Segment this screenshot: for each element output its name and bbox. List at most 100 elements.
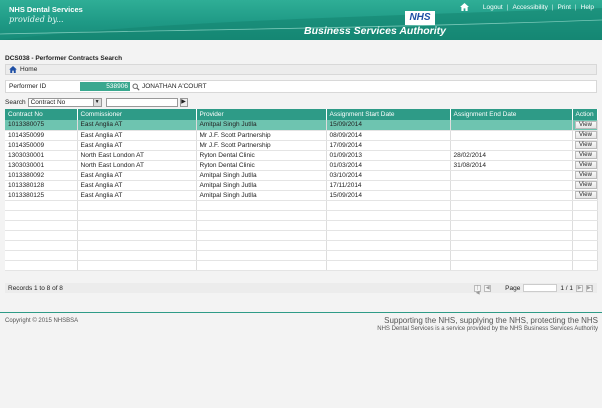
cell-commissioner: East Anglia AT	[77, 130, 197, 141]
empty-cell	[450, 250, 573, 261]
cell-action: View	[572, 130, 598, 141]
table-row[interactable]: 1303030001 North East London AT Ryton Dent…	[5, 150, 598, 161]
accessibility-link[interactable]: Accessibility	[512, 4, 547, 11]
empty-cell	[196, 260, 327, 271]
view-button[interactable]: View	[574, 161, 596, 169]
empty-cell	[326, 250, 451, 261]
empty-cell	[572, 240, 598, 251]
site-header: NHS Dental Services provided by... Logou…	[0, 0, 602, 40]
cell-contract: 1013380075	[5, 120, 78, 131]
column-header-provider[interactable]: Provider	[196, 109, 327, 120]
previous-page-icon[interactable]: ◀	[484, 284, 492, 292]
page-title: DCS038 - Performer Contracts Search	[5, 55, 123, 62]
empty-cell	[77, 250, 197, 261]
cell-end	[450, 180, 573, 191]
cell-contract: 1013380125	[5, 190, 78, 201]
empty-cell	[196, 200, 327, 211]
cell-start: 01/03/2014	[326, 160, 451, 171]
empty-cell	[5, 210, 78, 221]
table-row[interactable]: 1013380125 East Anglia AT Amitpal Singh Ju…	[5, 190, 598, 201]
empty-cell	[196, 250, 327, 261]
cell-commissioner: East Anglia AT	[77, 190, 197, 201]
nhs-logo: NHS	[405, 11, 435, 25]
empty-cell	[572, 220, 598, 231]
search-input[interactable]	[105, 97, 178, 107]
cell-action: View	[572, 170, 598, 181]
cell-provider: Amitpal Singh Jutlla	[196, 190, 327, 201]
empty-table-row	[5, 260, 598, 271]
cell-action: View	[572, 190, 598, 201]
empty-cell	[5, 200, 78, 211]
next-page-icon[interactable]: ▶	[576, 284, 583, 292]
performer-id-label: Performer ID	[9, 83, 47, 90]
performer-panel: Performer ID 538906 JONATHAN A'COURT	[5, 80, 597, 93]
view-button[interactable]: View	[574, 181, 596, 189]
table-row[interactable]: 1013380075 East Anglia AT Amitpal Singh Ju…	[5, 120, 598, 131]
table-row[interactable]: 1014350099 East Anglia AT Mr J.F. Scott Pa…	[5, 130, 598, 141]
first-page-icon[interactable]: |◀	[474, 284, 482, 295]
view-button[interactable]: View	[574, 141, 596, 149]
page-number-input[interactable]	[523, 284, 558, 292]
copyright-text: Copyright © 2015 NHSBSA	[5, 318, 79, 324]
cell-end	[450, 130, 573, 141]
home-icon[interactable]	[9, 66, 17, 73]
column-header-commissioner[interactable]: Commissioner	[77, 109, 197, 120]
play-arrow-icon: ▶	[181, 98, 186, 105]
search-icon[interactable]	[132, 82, 140, 91]
cell-commissioner: East Anglia AT	[77, 170, 197, 181]
table-row[interactable]: 1014350009 East Anglia AT Mr J.F. Scott Pa…	[5, 140, 598, 151]
search-field-select[interactable]: Contract No ▼	[27, 97, 102, 107]
column-header-start-date[interactable]: Assignment Start Date	[326, 109, 451, 120]
cell-end	[450, 140, 573, 151]
last-page-icon[interactable]: ▶|	[586, 284, 593, 292]
empty-cell	[326, 240, 451, 251]
column-header-action: Action	[572, 109, 598, 120]
empty-cell	[450, 230, 573, 241]
table-row[interactable]: 1013380092 East Anglia AT Amitpal Singh Ju…	[5, 170, 598, 181]
view-button[interactable]: View	[574, 131, 596, 139]
footer-slogan: Supporting the NHS, supplying the NHS, p…	[384, 316, 598, 325]
help-link[interactable]: Help	[581, 4, 594, 11]
empty-cell	[196, 210, 327, 221]
empty-cell	[326, 220, 451, 231]
view-button[interactable]: View	[574, 171, 596, 179]
cell-commissioner: North East London AT	[77, 150, 197, 161]
search-bar: Search Contract No ▼ ▶	[5, 97, 597, 107]
page-count: 1 / 1	[560, 284, 573, 292]
empty-cell	[77, 210, 197, 221]
breadcrumb-home-link[interactable]: Home	[20, 66, 37, 73]
view-button[interactable]: View	[574, 151, 596, 159]
empty-cell	[5, 220, 78, 231]
column-header-end-date[interactable]: Assignment End Date	[450, 109, 573, 120]
nav-separator: |	[551, 3, 554, 11]
performer-id-field[interactable]: 538906	[80, 82, 130, 91]
empty-cell	[77, 200, 197, 211]
table-body: 1013380075 East Anglia AT Amitpal Singh Ju…	[5, 120, 598, 271]
table-row[interactable]: 1013380128 East Anglia AT Amitpal Singh Ju…	[5, 180, 598, 191]
home-icon[interactable]	[459, 3, 469, 11]
cell-provider: Amitpal Singh Jutlla	[196, 120, 327, 131]
chevron-down-icon[interactable]: ▼	[92, 98, 101, 106]
empty-cell	[77, 220, 197, 231]
performer-name: JONATHAN A'COURT	[142, 83, 207, 90]
view-button[interactable]: View	[574, 120, 596, 129]
view-button[interactable]: View	[574, 191, 596, 199]
cell-start: 17/09/2014	[326, 140, 451, 151]
column-header-contract-no[interactable]: Contract No	[5, 109, 78, 120]
print-link[interactable]: Print	[558, 4, 571, 11]
search-go-button[interactable]: ▶	[179, 97, 188, 107]
logout-link[interactable]: Logout	[483, 4, 503, 11]
nav-separator: |	[506, 3, 509, 11]
empty-cell	[77, 240, 197, 251]
empty-cell	[77, 230, 197, 241]
table-row[interactable]: 1303030001 North East London AT Ryton Dent…	[5, 160, 598, 171]
empty-cell	[326, 260, 451, 271]
cell-action: View	[572, 180, 598, 191]
empty-cell	[5, 260, 78, 271]
cell-contract: 1013380128	[5, 180, 78, 191]
page-label: Page	[505, 284, 521, 292]
empty-cell	[77, 260, 197, 271]
table-header-row: Contract No Commissioner Provider Assign…	[5, 109, 598, 120]
contracts-table: Contract No Commissioner Provider Assign…	[5, 109, 598, 271]
empty-cell	[572, 210, 598, 221]
